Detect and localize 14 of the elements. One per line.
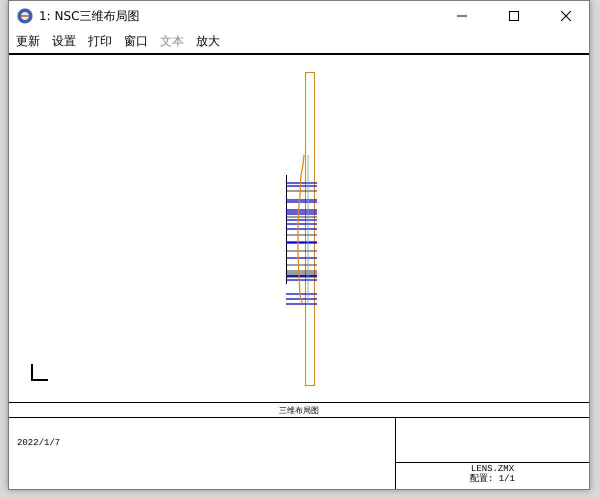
- menu-item[interactable]: 设置: [47, 31, 83, 51]
- axis-icon: [31, 364, 48, 381]
- configuration-label: 配置: 1/1: [470, 474, 515, 484]
- plot-date: 2022/1/7: [17, 438, 60, 448]
- close-icon: [561, 11, 571, 21]
- window-title: 1: NSC三维布局图: [39, 8, 140, 24]
- menu-item[interactable]: 打印: [83, 31, 119, 51]
- app-logo-icon: [17, 8, 33, 24]
- maximize-icon: [509, 11, 519, 21]
- file-name: LENS.ZMX: [470, 464, 514, 474]
- menu-item[interactable]: 放大: [191, 31, 227, 51]
- menu-item[interactable]: 更新: [11, 31, 47, 51]
- plot-title: 三维布局图: [279, 404, 319, 416]
- menu-item[interactable]: 窗口: [119, 31, 155, 51]
